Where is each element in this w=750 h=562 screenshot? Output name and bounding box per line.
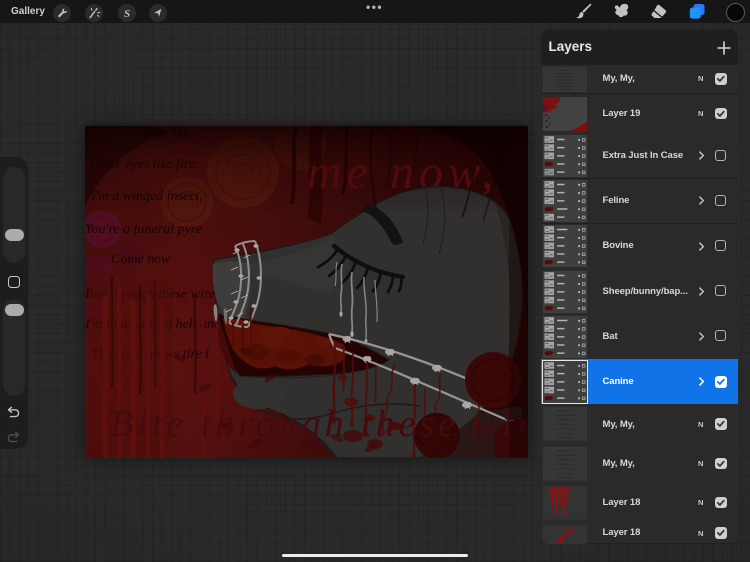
- svg-text:S: S: [124, 7, 130, 19]
